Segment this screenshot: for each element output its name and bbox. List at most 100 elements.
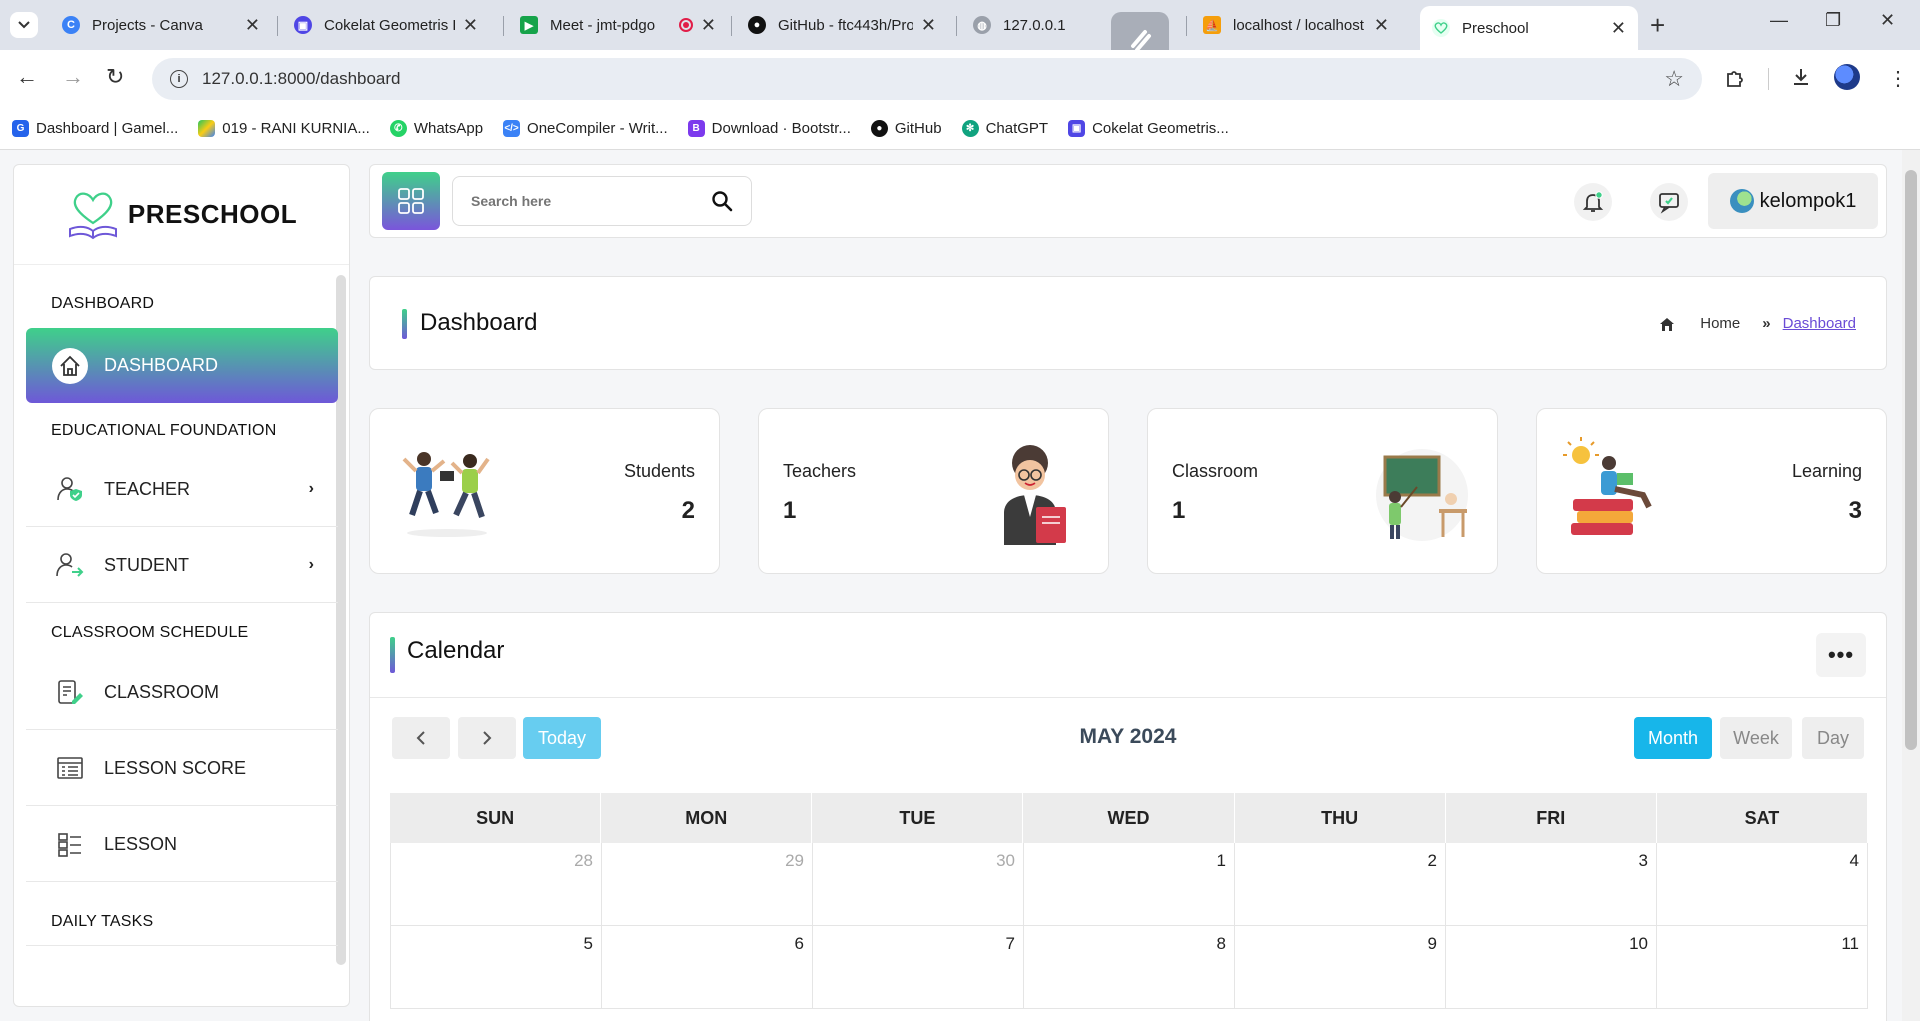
user-menu-button[interactable]: kelompok1 [1708, 173, 1878, 229]
calendar-divider [370, 697, 1886, 698]
browser-tab[interactable]: ▣ Cokelat Geometris Kr ✕ [282, 8, 490, 42]
calendar-day-cell[interactable]: 4 [1657, 843, 1868, 926]
close-tab-icon[interactable]: ✕ [1611, 18, 1626, 39]
download-icon[interactable] [1790, 66, 1812, 94]
sidebar-item-classroom[interactable]: CLASSROOM [26, 655, 338, 730]
bookmark-item[interactable]: </> OneCompiler - Writ... [503, 120, 668, 137]
browser-tab[interactable]: C Projects - Canva ✕ [50, 8, 272, 42]
bookmark-item[interactable]: ✆ WhatsApp [389, 120, 483, 137]
page-title: Dashboard [420, 309, 538, 336]
menu-kebab-icon[interactable]: ⋮ [1888, 66, 1908, 91]
title-accent-bar [390, 637, 395, 673]
sidebar-item-lesson[interactable]: LESSON [26, 807, 338, 882]
lesson-score-icon [52, 750, 88, 786]
bookmark-item[interactable]: B Download · Bootstr... [687, 120, 851, 137]
sidebar-item-student[interactable]: STUDENT › [26, 528, 338, 603]
calendar-day-cell[interactable]: 8 [1024, 926, 1235, 1009]
site-info-icon[interactable]: i [170, 70, 188, 88]
calendar-day-cell[interactable]: 2 [1235, 843, 1446, 926]
stat-label: Teachers [783, 461, 857, 481]
search-icon[interactable] [711, 190, 733, 217]
notification-button[interactable] [1574, 183, 1612, 221]
recording-icon [678, 18, 693, 32]
stat-card-learning[interactable]: Learning 3 [1536, 408, 1887, 574]
bookmark-star-icon[interactable]: ☆ [1664, 66, 1684, 92]
day-view-button[interactable]: Day [1802, 717, 1864, 759]
sidebar-item-label: CLASSROOM [104, 681, 220, 702]
close-tab-icon[interactable]: ✕ [245, 15, 260, 36]
new-tab-button[interactable]: + [1650, 10, 1665, 41]
stat-card-teachers[interactable]: Teachers 1 [758, 408, 1109, 574]
extensions-icon[interactable] [1724, 66, 1746, 94]
close-tab-icon[interactable]: ✕ [1374, 15, 1389, 36]
forward-icon[interactable]: → [62, 64, 84, 90]
code-icon: </> [503, 120, 521, 137]
calendar-day-cell[interactable]: 28 [390, 843, 602, 926]
teacher-icon [52, 471, 88, 507]
week-view-button[interactable]: Week [1720, 717, 1792, 759]
minimize-icon[interactable]: — [1770, 10, 1788, 31]
messages-button[interactable] [1650, 183, 1688, 221]
calendar-options-button[interactable]: ••• [1816, 633, 1866, 677]
tab-search-button[interactable] [10, 12, 38, 38]
bookmark-item[interactable]: G Dashboard | Gamel... [12, 120, 178, 137]
sidebar-item-dashboard[interactable]: DASHBOARD [26, 328, 338, 403]
double-chevron-icon: » [1762, 315, 1771, 332]
page-scrollbar[interactable] [1902, 150, 1920, 1021]
stat-card-students[interactable]: Students 2 [369, 408, 720, 574]
home-icon [52, 347, 88, 384]
bookmark-item[interactable]: 019 - RANI KURNIA... [198, 120, 370, 137]
bookmark-item[interactable]: ● GitHub [870, 120, 942, 137]
bookmark-item[interactable]: ✻ ChatGPT [961, 120, 1048, 137]
calendar-day-cell[interactable]: 30 [813, 843, 1024, 926]
browser-tab[interactable]: ▶ Meet - jmt-pdgo ✕ [508, 8, 728, 42]
search-input[interactable] [471, 193, 691, 209]
home-icon[interactable] [1658, 316, 1676, 332]
bookmark-item[interactable]: ▣ Cokelat Geometris... [1068, 120, 1229, 137]
weekday-label: SUN [390, 793, 602, 843]
breadcrumb-home[interactable]: Home [1700, 315, 1740, 332]
calendar-day-cell[interactable]: 6 [602, 926, 813, 1009]
calendar-day-cell[interactable]: 29 [602, 843, 813, 926]
page-header-card: Dashboard Home » Dashboard [369, 276, 1887, 370]
classroom-icon [52, 674, 88, 710]
reload-icon[interactable]: ↻ [106, 64, 124, 90]
title-accent-bar [402, 309, 407, 339]
section-label-dashboard: DASHBOARD [51, 295, 155, 312]
meet-icon: ▶ [520, 16, 538, 34]
bookmarks-bar: G Dashboard | Gamel... 019 - RANI KURNIA.… [0, 108, 1920, 150]
browser-tab[interactable]: ● GitHub - ftc443h/Pro ✕ [736, 8, 948, 42]
calendar-day-cell[interactable]: 7 [813, 926, 1024, 1009]
close-window-icon[interactable]: ✕ [1880, 10, 1895, 31]
stat-card-classroom[interactable]: Classroom 1 [1147, 408, 1498, 574]
profile-avatar[interactable] [1834, 64, 1860, 90]
browser-tab-active[interactable]: Preschool ✕ [1420, 6, 1638, 50]
sidebar-item-teacher[interactable]: TEACHER › [26, 452, 338, 527]
menu-toggle-button[interactable] [382, 172, 440, 230]
calendar-day-cell[interactable]: 1 [1024, 843, 1235, 926]
avatar [1729, 189, 1754, 213]
month-view-button[interactable]: Month [1634, 717, 1712, 759]
close-tab-icon[interactable]: ✕ [921, 15, 936, 36]
calendar-day-cell[interactable]: 9 [1235, 926, 1446, 1009]
breadcrumb-current[interactable]: Dashboard [1783, 315, 1856, 332]
sidebar-item-lesson-score[interactable]: LESSON SCORE [26, 731, 338, 806]
close-tab-icon[interactable]: ✕ [701, 15, 716, 36]
stat-value: 2 [681, 497, 695, 524]
lesson-icon [52, 826, 88, 862]
browser-tab[interactable]: ⛵ localhost / localhost ✕ [1191, 8, 1401, 42]
url-field[interactable]: i 127.0.0.1:8000/dashboard ☆ [152, 58, 1702, 100]
day-number: 10 [1629, 934, 1648, 953]
sidebar-logo[interactable]: PRESCHOOL [14, 165, 349, 265]
restore-icon[interactable]: ❐ [1825, 10, 1841, 31]
calendar-day-cell[interactable]: 5 [390, 926, 602, 1009]
close-tab-icon[interactable]: ✕ [463, 15, 478, 36]
page-scrollbar-thumb[interactable] [1905, 170, 1917, 750]
back-icon[interactable]: ← [16, 64, 38, 90]
calendar-day-cell[interactable]: 10 [1446, 926, 1657, 1009]
calendar-day-cell[interactable]: 11 [1657, 926, 1868, 1009]
calendar-day-cell[interactable]: 3 [1446, 843, 1657, 926]
stat-label: Classroom [1172, 461, 1259, 481]
calendar-title: Calendar [407, 637, 505, 664]
learning-illustration [1559, 437, 1669, 547]
